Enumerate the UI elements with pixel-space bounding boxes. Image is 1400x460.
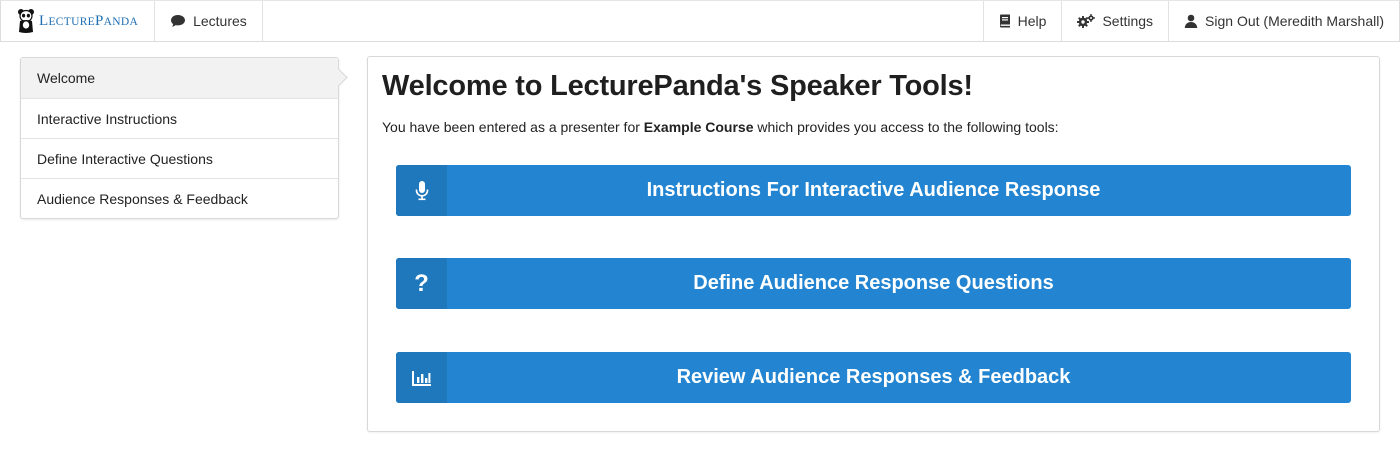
nav-settings-label: Settings	[1102, 13, 1154, 29]
nav-sign-out[interactable]: Sign Out (Meredith Marshall)	[1168, 1, 1399, 41]
nav-help-label: Help	[1017, 13, 1047, 29]
nav-settings[interactable]: Settings	[1061, 1, 1168, 41]
user-icon	[1184, 14, 1198, 28]
intro-prefix: You have been entered as a presenter for	[382, 119, 644, 135]
sidebar-item-welcome[interactable]: Welcome	[21, 58, 338, 98]
brand-name: LECTUREPANDA	[39, 12, 139, 29]
top-navbar: LECTUREPANDA Lectures Help Settings Sign…	[0, 0, 1400, 42]
book-icon	[999, 14, 1011, 28]
question-icon: ?	[396, 258, 447, 309]
instructions-tool-label: Instructions For Interactive Audience Re…	[646, 179, 1101, 201]
microphone-icon	[396, 165, 447, 216]
panda-logo-icon	[17, 8, 35, 34]
instructions-tool-button[interactable]: Instructions For Interactive Audience Re…	[396, 165, 1351, 216]
course-name: Example Course	[643, 119, 754, 135]
review-responses-tool-label: Review Audience Responses & Feedback	[676, 366, 1071, 388]
sidebar-item-label: Interactive Instructions	[37, 110, 178, 127]
nav-sign-out-label: Sign Out (Meredith Marshall)	[1205, 13, 1384, 29]
sidebar-item-label: Welcome	[37, 70, 96, 86]
sidebar-menu: Welcome Interactive Instructions Define …	[20, 57, 339, 219]
sidebar-item-interactive-instructions[interactable]: Interactive Instructions	[21, 98, 338, 138]
navbar-right: Help Settings Sign Out (Meredith Marshal…	[982, 1, 1399, 41]
intro-text: You have been entered as a presenter for…	[382, 119, 1059, 135]
brand-logo-link[interactable]: LECTUREPANDA	[1, 1, 156, 41]
navbar-left: LECTUREPANDA Lectures	[1, 1, 263, 41]
gears-icon	[1077, 14, 1096, 28]
define-questions-tool-label: Define Audience Response Questions	[693, 272, 1054, 294]
nav-lectures[interactable]: Lectures	[155, 1, 263, 41]
intro-suffix: which provides you access to the followi…	[753, 119, 1059, 135]
define-questions-tool-button[interactable]: ? Define Audience Response Questions	[396, 258, 1351, 309]
page-title: Welcome to LecturePanda's Speaker Tools!	[382, 70, 973, 102]
bar-chart-icon	[396, 352, 447, 403]
comment-icon	[170, 14, 186, 28]
sidebar-item-audience-responses-feedback[interactable]: Audience Responses & Feedback	[21, 178, 338, 218]
nav-help[interactable]: Help	[982, 1, 1062, 41]
review-responses-tool-button[interactable]: Review Audience Responses & Feedback	[396, 352, 1351, 403]
sidebar-item-define-interactive-questions[interactable]: Define Interactive Questions	[21, 138, 338, 178]
sidebar-item-label: Audience Responses & Feedback	[37, 190, 248, 207]
sidebar-item-label: Define Interactive Questions	[37, 150, 213, 167]
nav-lectures-label: Lectures	[193, 13, 247, 29]
main-panel: Welcome to LecturePanda's Speaker Tools!…	[367, 56, 1380, 432]
